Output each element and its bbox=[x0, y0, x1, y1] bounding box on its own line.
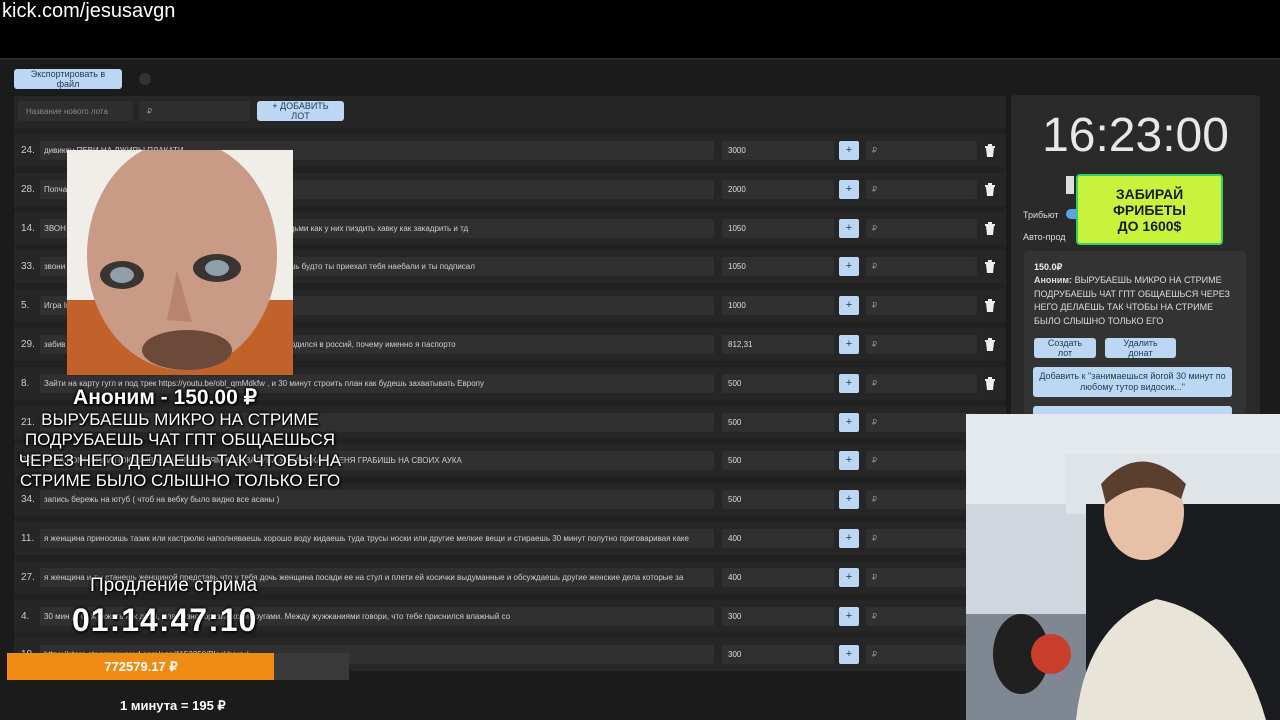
trash-icon[interactable] bbox=[984, 144, 996, 157]
add-amount-button[interactable]: + bbox=[839, 141, 859, 160]
trash-icon[interactable] bbox=[984, 299, 996, 312]
lot-add-input[interactable]: ₽ bbox=[866, 451, 977, 470]
ad-line-2: ФРИБЕТЫ bbox=[1112, 201, 1186, 218]
donor-video bbox=[67, 150, 293, 375]
pause-icon[interactable] bbox=[1066, 176, 1074, 194]
lot-amount-input[interactable]: 400 bbox=[722, 568, 834, 587]
add-amount-button[interactable]: + bbox=[839, 180, 859, 199]
lot-number: 5. bbox=[21, 300, 30, 311]
channel-url: kick.com/jesusavgn bbox=[2, 0, 176, 22]
ad-line-1: ЗАБИРАЙ bbox=[1115, 185, 1184, 202]
add-amount-button[interactable]: + bbox=[839, 413, 859, 432]
lot-number: 24. bbox=[21, 145, 35, 156]
extension-rate: 1 минута = 195 ₽ bbox=[120, 698, 226, 713]
lot-add-input[interactable]: ₽ bbox=[866, 645, 977, 664]
export-button[interactable]: Экспортировать в файл bbox=[14, 69, 122, 89]
lot-number: 8. bbox=[21, 378, 30, 389]
stream-extension-title: Продление стрима bbox=[90, 575, 258, 596]
donation-progress-total: 772579.17 ₽ bbox=[104, 659, 178, 674]
lot-add-input[interactable]: ₽ bbox=[866, 529, 977, 548]
trash-icon[interactable] bbox=[984, 338, 996, 351]
add-amount-button[interactable]: + bbox=[839, 607, 859, 626]
donation-author: Аноним: bbox=[1034, 275, 1073, 285]
auto-extend-label: Авто-прод bbox=[1023, 232, 1066, 242]
divider bbox=[0, 58, 1280, 60]
lot-amount-input[interactable]: 500 bbox=[722, 413, 834, 432]
lot-add-input[interactable]: ₽ bbox=[866, 335, 977, 354]
add-amount-button[interactable]: + bbox=[839, 374, 859, 393]
lot-add-input[interactable]: ₽ bbox=[866, 568, 977, 587]
create-lot-button[interactable]: Создать лот bbox=[1034, 338, 1096, 358]
trash-icon[interactable] bbox=[984, 183, 996, 196]
alert-donor-heading: Аноним - 150.00 ₽ bbox=[73, 386, 257, 409]
add-lot-button[interactable]: + ДОБАВИТЬ ЛОТ bbox=[257, 101, 344, 121]
lot-amount-input[interactable]: 3000 bbox=[722, 141, 834, 160]
add-amount-button[interactable]: + bbox=[839, 219, 859, 238]
donation-amount: 150.0₽ bbox=[1034, 262, 1063, 272]
lot-amount-input[interactable]: 500 bbox=[722, 374, 834, 393]
lot-number: 14. bbox=[21, 223, 35, 234]
lot-number: 4. bbox=[21, 611, 30, 622]
lot-amount-input[interactable]: 2000 bbox=[722, 180, 834, 199]
stream-extension-timer: 01:14:47:10 bbox=[72, 602, 258, 638]
lot-add-input[interactable]: ₽ bbox=[866, 219, 977, 238]
lot-amount-input[interactable]: 1050 bbox=[722, 219, 834, 238]
add-to-lot-button[interactable]: Добавить к "занимаешься йогой 30 минут п… bbox=[1033, 367, 1232, 397]
new-lot-name-input[interactable]: Название нового лота bbox=[18, 101, 133, 121]
lot-amount-input[interactable]: 300 bbox=[722, 607, 834, 626]
lot-add-input[interactable]: ₽ bbox=[866, 296, 977, 315]
trash-icon[interactable] bbox=[984, 377, 996, 390]
tribute-label: Трибьют bbox=[1023, 210, 1059, 220]
lot-number: 11. bbox=[21, 533, 35, 544]
lot-name-input[interactable]: я женщина приносишь тазик или кастрюлю н… bbox=[40, 529, 714, 548]
theme-toggle[interactable] bbox=[139, 73, 151, 85]
add-amount-button[interactable]: + bbox=[839, 296, 859, 315]
auction-clock: 16:23:00 bbox=[1042, 109, 1229, 162]
lot-amount-input[interactable]: 500 bbox=[722, 451, 834, 470]
lot-number: 29. bbox=[21, 339, 35, 350]
add-amount-button[interactable]: + bbox=[839, 257, 859, 276]
lot-amount-input[interactable]: 300 bbox=[722, 645, 834, 664]
add-amount-button[interactable]: + bbox=[839, 451, 859, 470]
trash-icon[interactable] bbox=[984, 260, 996, 273]
streamer-webcam bbox=[966, 414, 1280, 720]
add-amount-button[interactable]: + bbox=[839, 529, 859, 548]
add-amount-button[interactable]: + bbox=[839, 645, 859, 664]
donation-text: Аноним: ВЫРУБАЕШЬ МИКРО НА СТРИМЕ ПОДРУБ… bbox=[1034, 274, 1239, 328]
lot-add-input[interactable]: ₽ bbox=[866, 490, 977, 509]
freebet-ad-banner[interactable]: ЗАБИРАЙ ФРИБЕТЫ ДО 1600$ bbox=[1076, 174, 1223, 245]
new-lot-price-input[interactable]: ₽ bbox=[139, 101, 250, 121]
add-amount-button[interactable]: + bbox=[839, 568, 859, 587]
lot-add-input[interactable]: ₽ bbox=[866, 141, 977, 160]
lot-add-input[interactable]: ₽ bbox=[866, 180, 977, 199]
lot-amount-input[interactable]: 1000 bbox=[722, 296, 834, 315]
add-amount-button[interactable]: + bbox=[839, 335, 859, 354]
alert-donor-message: ВЫРУБАЕШЬ МИКРО НА СТРИМЕ ПОДРУБАЕШЬ ЧАТ… bbox=[18, 410, 342, 490]
lot-add-input[interactable]: ₽ bbox=[866, 607, 977, 626]
lot-amount-input[interactable]: 1050 bbox=[722, 257, 834, 276]
ad-line-3: ДО 1600$ bbox=[1117, 217, 1182, 234]
lot-name-input[interactable]: запись бережь на ютуб ( чтоб на вебку бы… bbox=[40, 490, 714, 509]
lot-number: 33. bbox=[21, 261, 35, 272]
lot-amount-input[interactable]: 400 bbox=[722, 529, 834, 548]
lot-add-input[interactable]: ₽ bbox=[866, 257, 977, 276]
lot-number: 28. bbox=[21, 184, 35, 195]
lot-amount-input[interactable]: 812,31 bbox=[722, 335, 834, 354]
add-amount-button[interactable]: + bbox=[839, 490, 859, 509]
lot-number: 34. bbox=[21, 494, 35, 505]
lot-add-input[interactable]: ₽ bbox=[866, 374, 977, 393]
delete-donation-button[interactable]: Удалить донат bbox=[1105, 338, 1176, 358]
lot-amount-input[interactable]: 500 bbox=[722, 490, 834, 509]
lot-add-input[interactable]: ₽ bbox=[866, 413, 977, 432]
trash-icon[interactable] bbox=[984, 222, 996, 235]
lot-number: 27. bbox=[21, 572, 35, 583]
